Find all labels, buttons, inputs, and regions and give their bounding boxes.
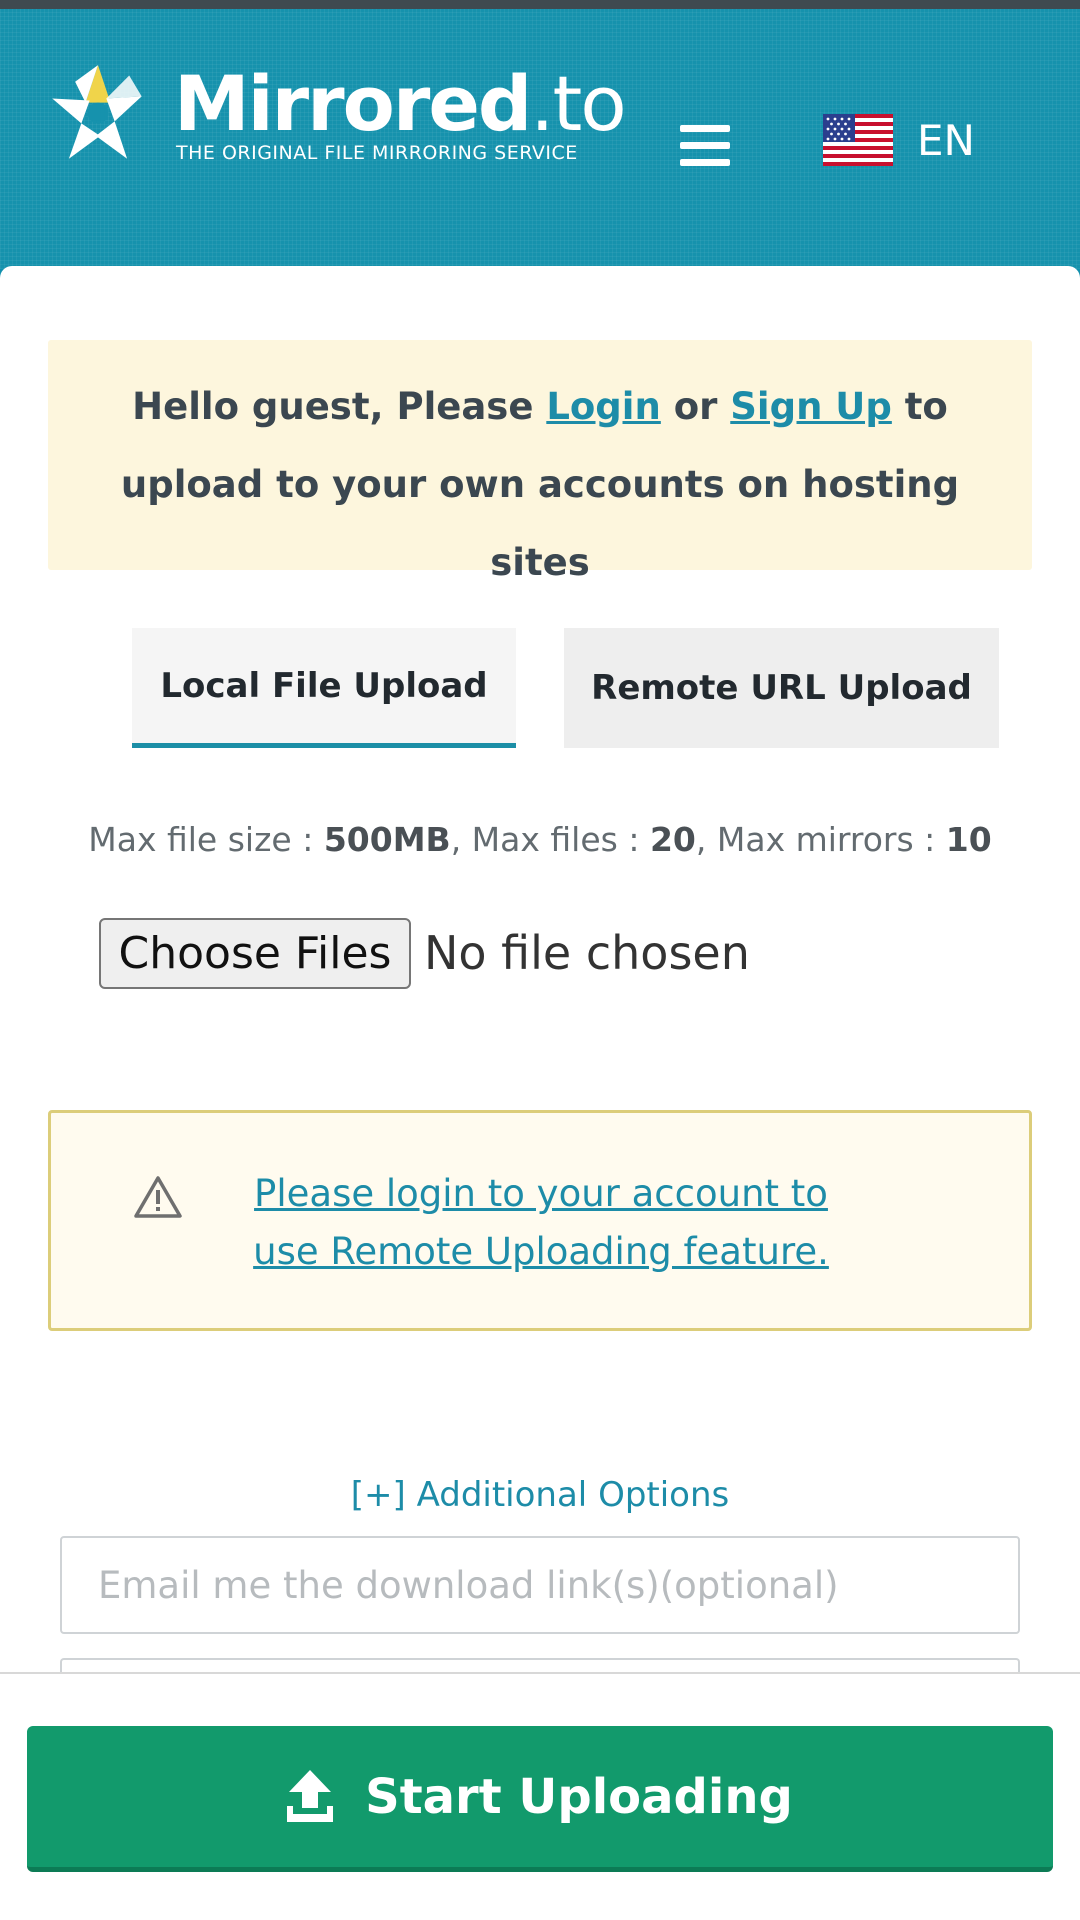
- email-field[interactable]: [60, 1536, 1020, 1634]
- site-header: Mirrored.to THE ORIGINAL FILE MIRRORING …: [0, 9, 1080, 269]
- max-files-label: , Max files :: [450, 820, 650, 859]
- max-size-label: Max file size :: [88, 820, 324, 859]
- max-mirrors-label: , Max mirrors :: [695, 820, 946, 859]
- start-uploading-button[interactable]: Start Uploading: [27, 1726, 1053, 1872]
- max-files-value: 20: [649, 820, 696, 859]
- bottom-action-bar: Start Uploading: [0, 1672, 1080, 1920]
- tab-local-file-upload[interactable]: Local File Upload: [132, 628, 516, 748]
- language-selector[interactable]: EN: [917, 115, 975, 167]
- max-size-value: 500MB: [323, 820, 451, 859]
- start-uploading-label: Start Uploading: [365, 1768, 793, 1825]
- hamburger-menu-icon[interactable]: [680, 125, 730, 167]
- choose-files-button[interactable]: Choose Files: [99, 918, 411, 989]
- brand-tagline: THE ORIGINAL FILE MIRRORING SERVICE: [176, 142, 578, 164]
- warning-triangle-icon: [134, 1176, 182, 1218]
- tab-remote-url-upload[interactable]: Remote URL Upload: [564, 628, 999, 748]
- login-link[interactable]: Login: [546, 385, 661, 428]
- guest-notice: Hello guest, Please Login or Sign Up to …: [48, 340, 1032, 584]
- status-strip: [0, 0, 1080, 9]
- notice-text: Hello guest, Please: [132, 385, 547, 428]
- notice-text-or: or: [660, 385, 731, 428]
- us-flag-icon[interactable]: [823, 114, 893, 166]
- upload-arrow-icon: [287, 1769, 334, 1822]
- login-for-remote-upload-link[interactable]: Please login to your account to use Remo…: [221, 1165, 861, 1281]
- file-status: No file chosen: [424, 926, 750, 980]
- remote-upload-warning: Please login to your account to use Remo…: [48, 1110, 1032, 1331]
- brand-name[interactable]: Mirrored.to: [174, 59, 627, 149]
- signup-link[interactable]: Sign Up: [730, 385, 892, 428]
- mirrored-logo-icon[interactable]: [46, 61, 150, 165]
- upload-limits: Max file size : 500MB, Max files : 20, M…: [0, 812, 1080, 868]
- additional-options-toggle[interactable]: [+] Additional Options: [0, 1470, 1080, 1520]
- max-mirrors-value: 10: [945, 820, 992, 859]
